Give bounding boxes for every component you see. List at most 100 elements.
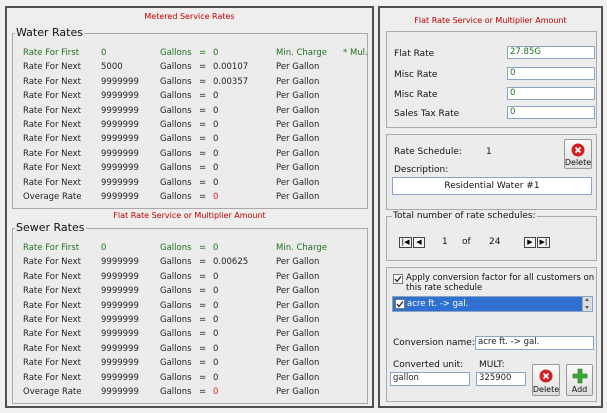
water-rates-section: Water Rates Rate For First 0 Gallons = 0 Min.… <box>12 26 368 209</box>
water-rate-val[interactable]: 0 <box>213 105 218 117</box>
water-rate-val[interactable]: 0 <box>213 133 218 145</box>
nav-total: 24 <box>489 237 501 247</box>
water-rate-qty: 9999999 <box>101 177 139 188</box>
water-rate-gal: Gallons <box>160 177 192 188</box>
description-input[interactable]: Residential Water #1 <box>392 177 592 195</box>
water-rate-val[interactable]: 0 <box>213 177 218 189</box>
misc-rate-input-1[interactable]: 0 <box>507 67 595 80</box>
apply-conversion-checkbox[interactable] <box>393 274 403 284</box>
total-schedules-section: Total number of rate schedules: |◀ ◀ 1 o… <box>386 210 597 261</box>
water-rate-row: Rate For Next 9999999 Gallons = 0 Per Gallon <box>13 105 367 117</box>
sewer-rate-val[interactable]: 0 <box>213 271 218 283</box>
conversion-name-input[interactable]: acre ft. -> gal. <box>475 336 594 350</box>
sewer-rate-qty: 9999999 <box>101 271 139 282</box>
sewer-rate-eq: = <box>199 257 207 268</box>
sewer-rate-charge: Per Gallon <box>276 271 320 282</box>
water-rate-row: Rate For Next 9999999 Gallons = 0 Per Gallon <box>13 162 367 174</box>
water-rate-charge: Per Gallon <box>276 148 320 159</box>
sewer-rate-eq: = <box>199 387 207 397</box>
conversion-item-checkbox[interactable] <box>395 299 405 309</box>
sewer-rate-val[interactable]: 0 <box>213 314 218 326</box>
sewer-rate-val[interactable]: 0 <box>213 357 218 369</box>
add-icon <box>572 368 587 384</box>
sewer-rate-val[interactable]: 0.00625 <box>213 256 248 268</box>
misc-rate-input-2[interactable]: 0 <box>507 87 595 100</box>
water-rate-row: Rate For Next 9999999 Gallons = 0 Per Gallon <box>13 90 367 102</box>
water-rate-row: Rate For First 0 Gallons = 0 Min. Charge * Mul… <box>13 47 368 59</box>
sewer-rate-gal: Gallons <box>160 300 192 311</box>
sewer-rate-row: Rate For Next 9999999 Gallons = 0 Per Gallon <box>13 300 367 312</box>
mult-label: MULT: <box>479 360 505 370</box>
water-rate-eq: = <box>199 91 207 102</box>
sewer-rate-label: Rate For Next <box>23 372 81 383</box>
mult-input[interactable]: 325900 <box>476 372 526 386</box>
water-rate-val[interactable]: 0.00357 <box>213 76 248 88</box>
water-rate-gal: Gallons <box>160 120 192 130</box>
sewer-rate-eq: = <box>199 315 207 325</box>
add-conversion-button[interactable]: Add <box>566 364 593 396</box>
sales-tax-input[interactable]: 0 <box>507 106 595 119</box>
flat-rate-section: Flat Rate 27.85G Misc Rate 0 Misc Rate 0… <box>386 31 597 128</box>
water-rate-val[interactable]: 0 <box>213 148 218 160</box>
water-rate-val[interactable]: 0 <box>213 90 218 102</box>
nav-last-button[interactable]: ▶| <box>537 237 550 248</box>
sewer-rate-row: Rate For Next 9999999 Gallons = 0 Per Gallon <box>13 271 367 283</box>
delete-conversion-button[interactable]: Delete <box>532 364 560 396</box>
flat-rate-title: Flat Rate Service or Multiplier Amount <box>414 16 567 25</box>
sewer-rate-charge: Per Gallon <box>276 286 320 297</box>
sewer-rate-val[interactable]: 0 <box>213 386 218 398</box>
water-rate-gal: Gallons <box>160 148 192 159</box>
nav-next-button[interactable]: ▶ <box>524 237 536 248</box>
sewer-rate-charge: Per Gallon <box>276 315 320 325</box>
sewer-rate-label: Rate For Next <box>23 329 81 340</box>
water-rate-charge: Per Gallon <box>276 134 320 145</box>
water-rate-eq: = <box>199 148 207 159</box>
water-rate-val[interactable]: 0 <box>213 47 218 59</box>
water-rate-row: Rate For Next 9999999 Gallons = 0 Per Gallon <box>13 148 367 160</box>
water-rate-eq: = <box>199 177 207 188</box>
sewer-rate-val[interactable]: 0 <box>213 285 218 297</box>
water-rate-val[interactable]: 0 <box>213 162 218 174</box>
converted-unit-input[interactable]: gallon <box>390 372 470 386</box>
sewer-rate-charge: Per Gallon <box>276 300 320 311</box>
sewer-rate-gal: Gallons <box>160 271 192 282</box>
water-rate-eq: = <box>199 163 207 174</box>
flat-rate-input[interactable]: 27.85G <box>507 46 595 59</box>
sewer-rate-gal: Gallons <box>160 372 192 383</box>
sewer-rate-label: Rate For Next <box>23 257 81 268</box>
water-rate-qty: 9999999 <box>101 148 139 159</box>
sewer-rate-val[interactable]: 0 <box>213 328 218 340</box>
sewer-rate-eq: = <box>199 343 207 354</box>
sewer-rate-eq: = <box>199 300 207 311</box>
converted-unit-label: Converted unit: <box>393 360 464 370</box>
water-rate-val[interactable]: 0 <box>213 119 218 131</box>
sewer-rate-row: Rate For Next 9999999 Gallons = 0 Per Gallon <box>13 314 367 326</box>
sewer-rate-val[interactable]: 0 <box>213 300 218 312</box>
list-scrollbar[interactable] <box>582 297 592 311</box>
water-rate-charge: Per Gallon <box>276 163 320 174</box>
conversion-item-label: acre ft. -> gal. <box>407 299 469 309</box>
nav-prev-button[interactable]: ◀ <box>413 237 425 248</box>
water-rate-row: Rate For Next 5000 Gallons = 0.00107 Per Gall… <box>13 61 367 73</box>
sewer-rate-row: Rate For Next 9999999 Gallons = 0 Per Gallon <box>13 343 367 355</box>
water-rate-qty: 9999999 <box>101 76 139 87</box>
sewer-rate-label: Rate For Next <box>23 343 81 354</box>
sewer-rate-row: Rate For First 0 Gallons = 0 Min. Charge <box>13 242 367 254</box>
water-rate-qty: 9999999 <box>101 163 139 174</box>
sewer-rate-val[interactable]: 0 <box>213 242 218 254</box>
water-rate-charge: Per Gallon <box>276 120 320 130</box>
sewer-rate-eq: = <box>199 243 207 253</box>
water-rate-qty: 5000 <box>101 62 123 73</box>
sewer-rate-val[interactable]: 0 <box>213 343 218 355</box>
nav-first-button[interactable]: |◀ <box>399 237 412 248</box>
water-rate-val[interactable]: 0.00107 <box>213 61 248 73</box>
water-rate-label: Rate For Next <box>23 134 81 145</box>
conversion-list[interactable]: acre ft. -> gal. <box>392 296 593 312</box>
water-rate-eq: = <box>199 134 207 145</box>
delete-schedule-button[interactable]: Delete <box>564 139 592 169</box>
sewer-rate-val[interactable]: 0 <box>213 372 218 384</box>
rate-schedule-section: Rate Schedule: 1 Delete Description: Res… <box>386 134 597 210</box>
sewer-rate-label: Rate For Next <box>23 315 81 325</box>
sewer-rate-eq: = <box>199 358 207 369</box>
water-rate-val[interactable]: 0 <box>213 191 218 203</box>
